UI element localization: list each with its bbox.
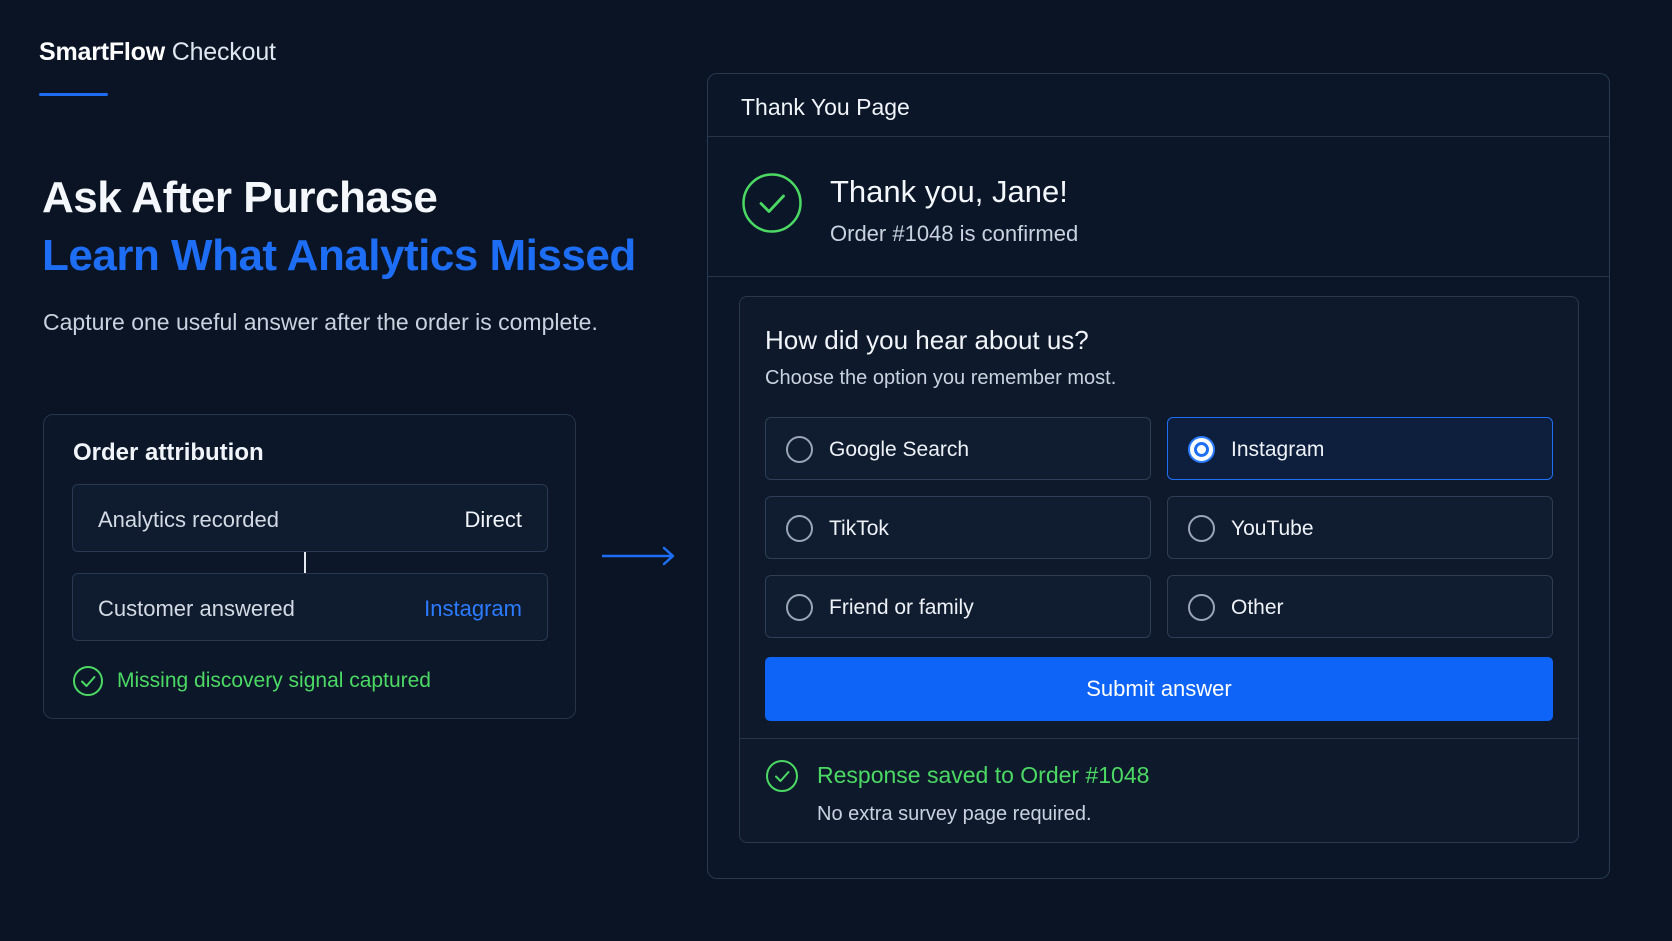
arrow-right-icon — [602, 546, 675, 566]
radio-button-selected[interactable] — [1188, 436, 1215, 463]
page: SmartFlow Checkout Ask After Purchase Le… — [0, 0, 1672, 941]
option-label: YouTube — [1231, 517, 1314, 540]
headline-accent: Learn What Analytics Missed — [42, 231, 636, 280]
survey-question: How did you hear about us? — [765, 325, 1089, 355]
radio-button[interactable] — [1188, 515, 1215, 542]
signal-text: Missing discovery signal captured — [117, 669, 431, 692]
check-circle-icon — [73, 666, 103, 696]
panel-header: Thank You Page — [708, 74, 1609, 137]
option-youtube[interactable]: YouTube — [1167, 496, 1553, 559]
option-tiktok[interactable]: TikTok — [765, 496, 1151, 559]
radio-button[interactable] — [786, 436, 813, 463]
saved-note: No extra survey page required. — [817, 803, 1092, 825]
option-google-search[interactable]: Google Search — [765, 417, 1151, 480]
signal-status: Missing discovery signal captured — [72, 665, 431, 697]
radio-button[interactable] — [1188, 594, 1215, 621]
radio-button[interactable] — [786, 515, 813, 542]
option-label: Google Search — [829, 438, 970, 461]
thank-you-panel: Thank You Page Thank you, Jane! Order #1… — [707, 73, 1610, 879]
saved-message: Response saved to Order #1048 — [817, 762, 1150, 788]
attribution-title: Order attribution — [73, 439, 264, 466]
customer-value: Instagram — [424, 596, 522, 621]
survey-card: How did you hear about us? Choose the op… — [739, 296, 1579, 843]
headline: Ask After Purchase — [42, 173, 438, 222]
subheadline: Capture one useful answer after the orde… — [43, 309, 598, 335]
option-label: Other — [1231, 596, 1284, 619]
row-connector — [304, 552, 306, 573]
brand-name-light: Checkout — [171, 38, 276, 66]
panel-title: Thank You Page — [741, 94, 910, 120]
attribution-card: Order attribution Analytics recorded Dir… — [43, 414, 576, 719]
radio-button[interactable] — [786, 594, 813, 621]
survey-hint: Choose the option you remember most. — [765, 367, 1117, 389]
analytics-row: Analytics recorded Direct — [72, 484, 548, 552]
order-confirmation: Thank you, Jane! Order #1048 is confirme… — [708, 137, 1609, 277]
option-label: Friend or family — [829, 596, 974, 619]
submit-answer-button[interactable]: Submit answer — [765, 657, 1553, 721]
analytics-value: Direct — [464, 507, 522, 532]
thank-you-greeting: Thank you, Jane! — [830, 174, 1068, 209]
brand-underline — [39, 93, 108, 96]
brand-logo: SmartFlow Checkout — [39, 38, 276, 67]
brand-name-bold: SmartFlow — [39, 38, 165, 66]
analytics-label: Analytics recorded — [98, 507, 279, 532]
option-instagram[interactable]: Instagram — [1167, 417, 1553, 480]
option-other[interactable]: Other — [1167, 575, 1553, 638]
customer-label: Customer answered — [98, 596, 295, 621]
option-friend-or-family[interactable]: Friend or family — [765, 575, 1151, 638]
customer-row: Customer answered Instagram — [72, 573, 548, 641]
check-circle-icon — [766, 760, 798, 792]
order-status: Order #1048 is confirmed — [830, 221, 1079, 246]
option-label: Instagram — [1231, 438, 1325, 461]
check-circle-icon — [742, 173, 802, 233]
option-label: TikTok — [829, 517, 889, 540]
divider — [740, 738, 1578, 739]
